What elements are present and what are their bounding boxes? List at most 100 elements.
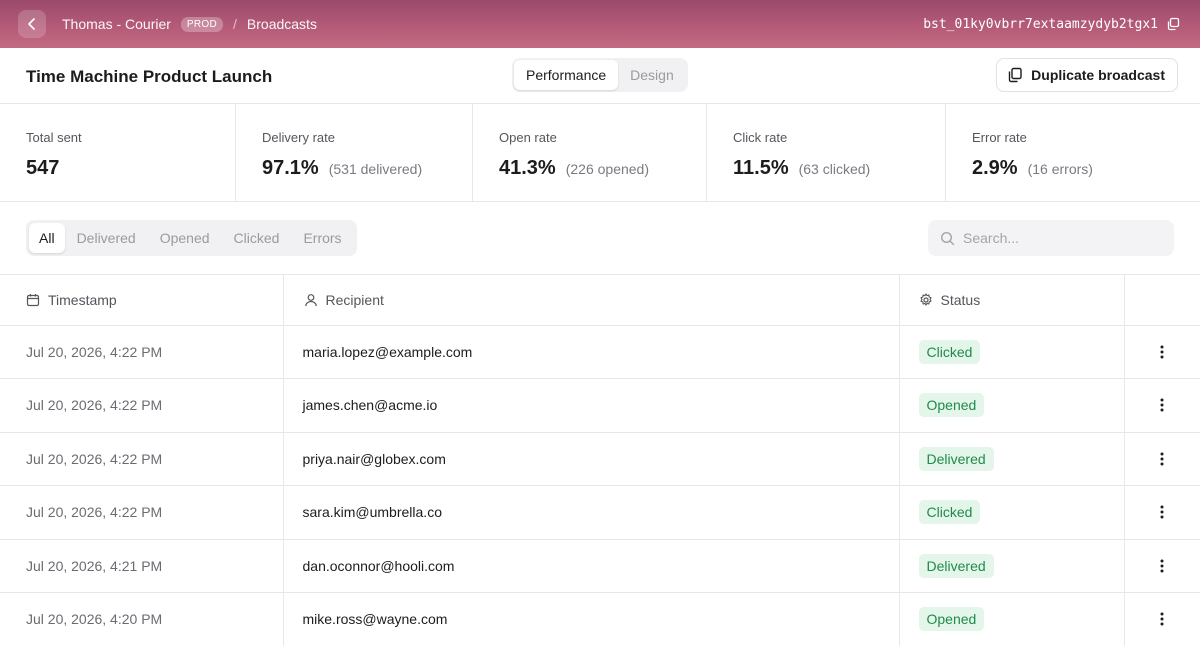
tab-performance[interactable]: Performance bbox=[514, 60, 619, 90]
status-cell: Opened bbox=[899, 592, 1125, 646]
column-status[interactable]: Status bbox=[899, 275, 1125, 326]
stat-label: Open rate bbox=[499, 130, 557, 145]
timestamp-cell: Jul 20, 2026, 4:20 PM bbox=[0, 592, 284, 646]
kebab-menu-icon[interactable] bbox=[1156, 608, 1168, 630]
recipient-cell: james.chen@acme.io bbox=[283, 378, 900, 433]
table-row[interactable]: Jul 20, 2026, 4:22 PM sara.kim@umbrella.c… bbox=[0, 485, 1200, 540]
status-badge: Clicked bbox=[918, 339, 981, 364]
tab-design[interactable]: Design bbox=[618, 60, 686, 90]
stat-delivery-rate: Delivery rate 97.1% (531 delivered) bbox=[236, 104, 473, 201]
column-recipient[interactable]: Recipient bbox=[283, 275, 900, 326]
status-badge: Opened bbox=[918, 393, 985, 418]
recipient-cell: mike.ross@wayne.com bbox=[283, 592, 900, 646]
table-row[interactable]: Jul 20, 2026, 4:22 PM james.chen@acme.io O… bbox=[0, 378, 1200, 433]
actions-cell bbox=[1124, 539, 1200, 593]
stats-row: Total sent 547 Delivery rate 97.1% (531 d… bbox=[0, 104, 1200, 202]
recipient-cell: dan.oconnor@hooli.com bbox=[283, 539, 900, 593]
timestamp-cell: Jul 20, 2026, 4:21 PM bbox=[0, 539, 284, 593]
timestamp-cell: Jul 20, 2026, 4:22 PM bbox=[0, 432, 284, 486]
actions-cell bbox=[1124, 485, 1200, 540]
breadcrumb-separator: / bbox=[233, 16, 237, 32]
duplicate-broadcast-label: Duplicate broadcast bbox=[1031, 67, 1165, 83]
status-badge: Delivered bbox=[918, 553, 994, 578]
filter-tab-clicked[interactable]: Clicked bbox=[222, 223, 292, 253]
top-bar: Thomas - Courier PROD / Broadcasts bst_0… bbox=[0, 0, 1200, 48]
user-icon bbox=[304, 293, 317, 306]
chevron-left-icon bbox=[28, 18, 35, 30]
stat-detail: (226 opened) bbox=[565, 161, 650, 177]
stat-value: 41.3% bbox=[499, 157, 556, 179]
status-badge: Opened bbox=[918, 607, 985, 632]
stat-detail: (63 clicked) bbox=[798, 161, 871, 177]
filter-tab-errors[interactable]: Errors bbox=[291, 223, 353, 253]
stat-value: 97.1% bbox=[262, 157, 319, 179]
timestamp-cell: Jul 20, 2026, 4:22 PM bbox=[0, 485, 284, 540]
breadcrumb-broadcasts[interactable]: Broadcasts bbox=[247, 16, 317, 32]
calendar-icon bbox=[26, 293, 40, 306]
table-row[interactable]: Jul 20, 2026, 4:21 PM dan.oconnor@hooli.c… bbox=[0, 539, 1200, 593]
table-header-row: Timestamp Recipient Status bbox=[0, 275, 1200, 326]
stat-label: Delivery rate bbox=[262, 130, 335, 145]
broadcast-detail-card: Time Machine Product Launch Performance … bbox=[0, 48, 1200, 646]
status-cell: Clicked bbox=[899, 325, 1125, 379]
stat-value: 11.5% bbox=[733, 157, 789, 179]
timestamp-cell: Jul 20, 2026, 4:22 PM bbox=[0, 378, 284, 433]
filter-tab-delivered[interactable]: Delivered bbox=[65, 223, 148, 253]
recipient-cell: priya.nair@globex.com bbox=[283, 432, 900, 486]
status-badge: Clicked bbox=[918, 500, 981, 525]
broadcast-id: bst_01ky0vbrr7extaamzydyb2tgx1 bbox=[923, 0, 1180, 48]
search-icon bbox=[940, 231, 955, 245]
stat-value: 547 bbox=[26, 157, 60, 179]
duplicate-broadcast-button[interactable]: Duplicate broadcast bbox=[996, 58, 1178, 92]
column-actions bbox=[1124, 275, 1200, 326]
kebab-menu-icon[interactable] bbox=[1156, 501, 1168, 523]
recipient-cell: sara.kim@umbrella.co bbox=[283, 485, 900, 540]
filter-tab-opened[interactable]: Opened bbox=[148, 223, 222, 253]
stat-click-rate: Click rate 11.5% (63 clicked) bbox=[707, 104, 946, 201]
status-filter-tabs: All Delivered Opened Clicked Errors bbox=[26, 220, 357, 256]
column-label: Recipient bbox=[325, 291, 384, 308]
kebab-menu-icon[interactable] bbox=[1156, 341, 1168, 363]
gear-icon bbox=[919, 293, 932, 306]
breadcrumb: Thomas - Courier PROD / Broadcasts bbox=[62, 0, 317, 48]
kebab-menu-icon[interactable] bbox=[1156, 394, 1168, 416]
stat-value: 2.9% bbox=[972, 157, 1018, 179]
stat-open-rate: Open rate 41.3% (226 opened) bbox=[473, 104, 707, 201]
stat-label: Error rate bbox=[972, 130, 1027, 145]
status-cell: Delivered bbox=[899, 432, 1125, 486]
search-input[interactable] bbox=[963, 230, 1153, 246]
back-button[interactable] bbox=[18, 10, 46, 38]
kebab-menu-icon[interactable] bbox=[1156, 555, 1168, 577]
environment-badge: PROD bbox=[180, 16, 224, 32]
table-row[interactable]: Jul 20, 2026, 4:22 PM maria.lopez@example… bbox=[0, 325, 1200, 379]
filter-row: All Delivered Opened Clicked Errors bbox=[0, 202, 1200, 275]
copy-icon[interactable] bbox=[1166, 17, 1180, 31]
column-label: Status bbox=[940, 291, 981, 308]
page-title: Time Machine Product Launch bbox=[26, 67, 273, 86]
search-box[interactable] bbox=[928, 220, 1174, 256]
stat-detail: (16 errors) bbox=[1027, 161, 1093, 177]
status-cell: Opened bbox=[899, 378, 1125, 433]
status-cell: Clicked bbox=[899, 485, 1125, 540]
stat-label: Click rate bbox=[733, 130, 788, 145]
stat-detail: (531 delivered) bbox=[328, 161, 423, 177]
actions-cell bbox=[1124, 325, 1200, 379]
table-row[interactable]: Jul 20, 2026, 4:22 PM priya.nair@globex.c… bbox=[0, 432, 1200, 486]
actions-cell bbox=[1124, 378, 1200, 433]
status-badge: Delivered bbox=[918, 446, 994, 471]
duplicate-icon bbox=[1008, 67, 1022, 83]
actions-cell bbox=[1124, 592, 1200, 646]
column-timestamp[interactable]: Timestamp bbox=[0, 275, 284, 326]
stat-error-rate: Error rate 2.9% (16 errors) bbox=[946, 104, 1200, 201]
status-cell: Delivered bbox=[899, 539, 1125, 593]
column-label: Timestamp bbox=[48, 291, 117, 308]
table-row[interactable]: Jul 20, 2026, 4:20 PM mike.ross@wayne.com… bbox=[0, 592, 1200, 646]
recipients-table: Timestamp Recipient Status Jul 20, 2026,… bbox=[0, 275, 1200, 646]
broadcast-id-text: bst_01ky0vbrr7extaamzydyb2tgx1 bbox=[923, 16, 1158, 32]
breadcrumb-workspace[interactable]: Thomas - Courier bbox=[62, 16, 171, 32]
kebab-menu-icon[interactable] bbox=[1156, 448, 1168, 470]
filter-tab-all[interactable]: All bbox=[29, 223, 65, 253]
view-tabs: Performance Design bbox=[512, 58, 688, 92]
stat-total-sent: Total sent 547 bbox=[0, 104, 236, 201]
broadcast-header: Time Machine Product Launch Performance … bbox=[0, 48, 1200, 104]
